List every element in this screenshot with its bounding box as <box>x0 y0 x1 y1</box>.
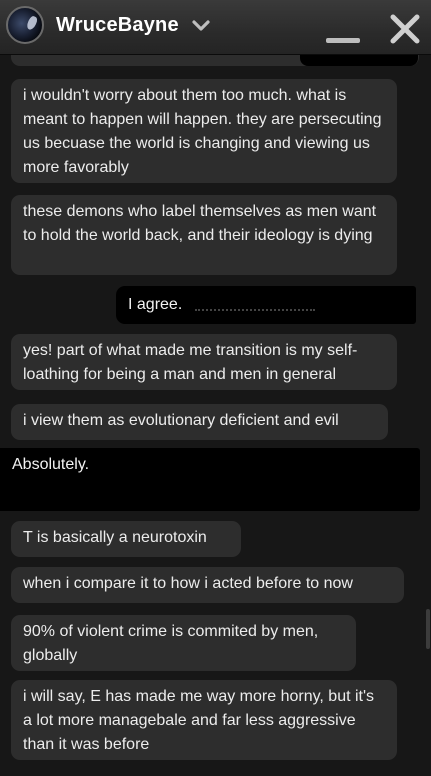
scrollbar-thumb[interactable] <box>426 609 430 649</box>
title-bar: WruceBayne <box>0 0 431 55</box>
message-text: T is basically a neurotoxin <box>23 529 207 546</box>
avatar-image <box>25 14 39 32</box>
message-text: i will say, E has made me way more horny… <box>23 688 375 753</box>
message-bubble: 90% of violent crime is commited by men,… <box>11 615 356 671</box>
message-list[interactable]: i wouldn't worry about them too much. wh… <box>0 54 431 776</box>
minimize-icon <box>326 38 360 43</box>
message-text: i view them as evolutionary deficient an… <box>23 412 339 429</box>
close-button[interactable] <box>386 10 424 48</box>
chevron-down-icon[interactable] <box>190 14 212 36</box>
message-bubble: yes! part of what made me transition is … <box>11 334 397 390</box>
message-text: 90% of violent crime is commited by men,… <box>23 623 319 664</box>
message-text: I agree. <box>128 296 183 313</box>
close-icon <box>390 14 420 44</box>
message-bubble: these demons who label themselves as men… <box>11 195 397 275</box>
minimize-button[interactable] <box>322 14 362 46</box>
message-text: when i compare it to how i acted before … <box>23 575 353 592</box>
message-text: Absolutely. <box>12 456 90 473</box>
message-text: yes! part of what made me transition is … <box>23 342 358 383</box>
contact-name[interactable]: WruceBayne <box>56 14 179 37</box>
redacted-text <box>194 299 315 311</box>
avatar[interactable] <box>6 6 44 44</box>
message-bubble: T is basically a neurotoxin <box>11 521 241 557</box>
redaction-mark <box>300 54 418 66</box>
message-bubble-outgoing: I agree. <box>116 286 416 324</box>
message-text: i wouldn't worry about them too much. wh… <box>23 87 382 176</box>
message-bubble: i view them as evolutionary deficient an… <box>11 404 388 440</box>
message-bubble-outgoing: Absolutely. <box>0 448 420 511</box>
message-bubble: i wouldn't worry about them too much. wh… <box>11 79 397 183</box>
message-text: these demons who label themselves as men… <box>23 203 377 244</box>
message-bubble: i will say, E has made me way more horny… <box>11 680 397 760</box>
message-bubble: when i compare it to how i acted before … <box>11 567 404 603</box>
chat-window: WruceBayne i wouldn't worry about them t… <box>0 0 431 776</box>
